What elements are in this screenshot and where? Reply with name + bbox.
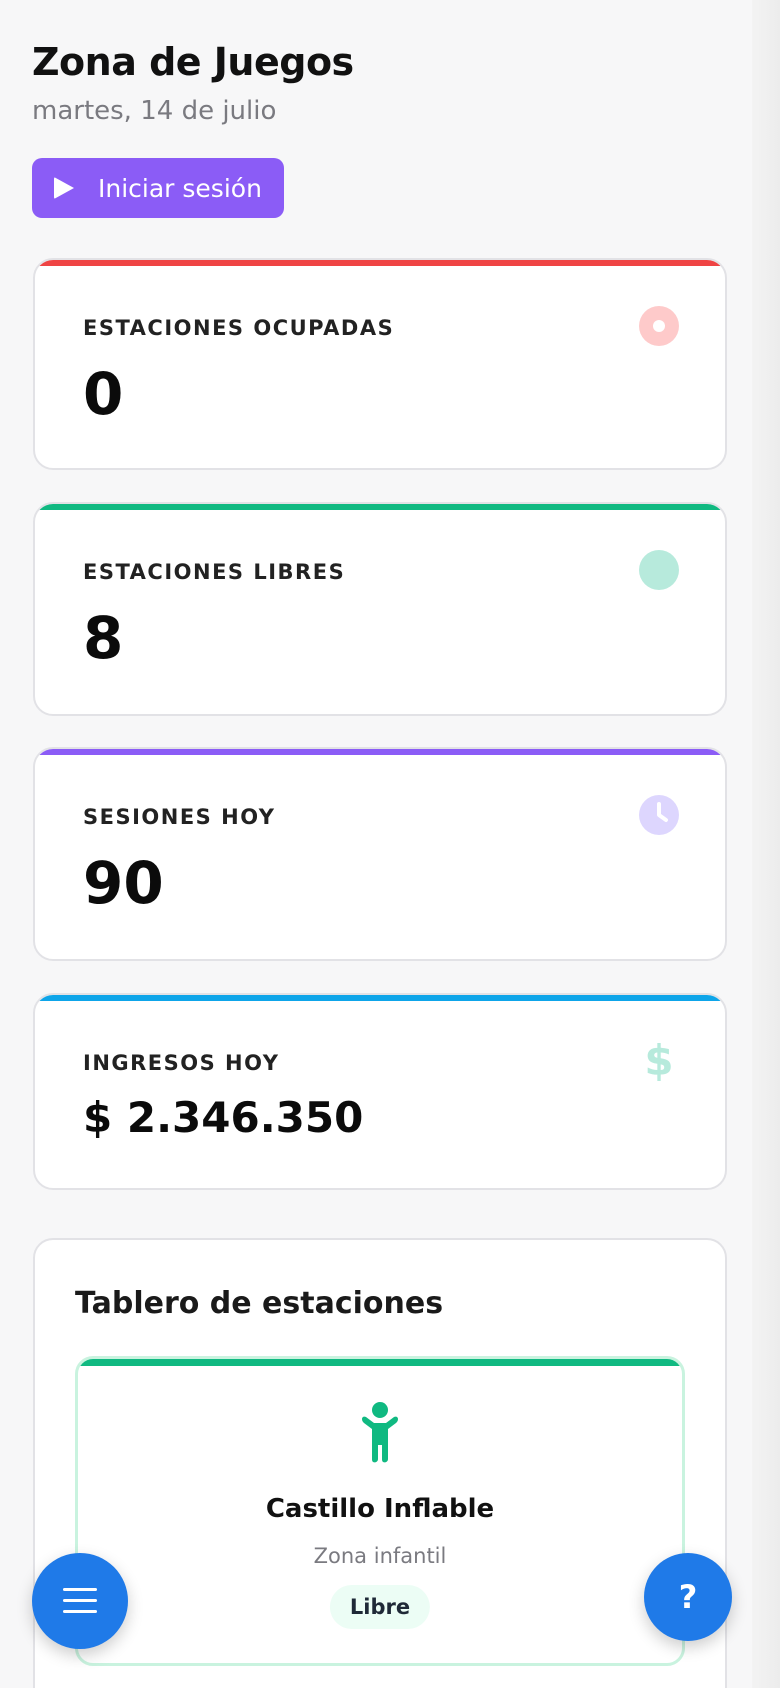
stat-card-occupied: ESTACIONES OCUPADAS 0 xyxy=(33,258,727,470)
stat-value: 8 xyxy=(83,604,124,672)
page-date: martes, 14 de julio xyxy=(32,96,277,126)
stat-card-sessions: SESIONES HOY 90 xyxy=(33,747,727,961)
board-title: Tablero de estaciones xyxy=(75,1286,444,1321)
svg-text:$: $ xyxy=(644,1041,673,1081)
stat-label: SESIONES HOY xyxy=(83,805,276,829)
start-session-button[interactable]: Iniciar sesión xyxy=(32,158,284,218)
hamburger-menu-icon xyxy=(63,1588,97,1613)
station-accent xyxy=(78,1359,682,1366)
stat-card-accent xyxy=(35,260,725,266)
stat-card-accent xyxy=(35,749,725,755)
stat-card-revenue: INGRESOS HOY $ 2.346.350 $ xyxy=(33,993,727,1190)
stat-value: 90 xyxy=(83,849,164,917)
start-session-label: Iniciar sesión xyxy=(98,173,262,203)
stat-card-accent xyxy=(35,504,725,510)
stat-label: ESTACIONES LIBRES xyxy=(83,560,346,584)
stat-value: $ 2.346.350 xyxy=(83,1093,364,1142)
dashboard-page: Zona de Juegos martes, 14 de julio Inici… xyxy=(0,0,752,1688)
play-icon xyxy=(54,177,74,199)
circle-icon xyxy=(639,550,679,590)
station-zone: Zona infantil xyxy=(313,1544,447,1568)
stat-value: 0 xyxy=(83,360,124,428)
page-title: Zona de Juegos xyxy=(32,40,354,84)
status-badge: Libre xyxy=(329,1585,431,1629)
stat-card-free: ESTACIONES LIBRES 8 xyxy=(33,502,727,716)
stat-label: ESTACIONES OCUPADAS xyxy=(83,316,395,340)
scrollbar[interactable] xyxy=(752,0,780,1688)
dollar-icon: $ xyxy=(644,1041,673,1081)
clock-icon xyxy=(639,795,679,835)
station-card[interactable]: Castillo Inflable Zona infantil Libre xyxy=(75,1356,685,1666)
child-icon xyxy=(362,1402,398,1463)
stat-label: INGRESOS HOY xyxy=(83,1051,280,1075)
station-name: Castillo Inflable xyxy=(265,1494,495,1524)
stations-board: Tablero de estaciones Castillo Inflable … xyxy=(33,1238,727,1688)
target-dot-icon xyxy=(639,306,679,346)
help-fab-button[interactable]: ? xyxy=(644,1553,732,1641)
stat-card-accent xyxy=(35,995,725,1001)
menu-fab-button[interactable] xyxy=(32,1553,128,1649)
